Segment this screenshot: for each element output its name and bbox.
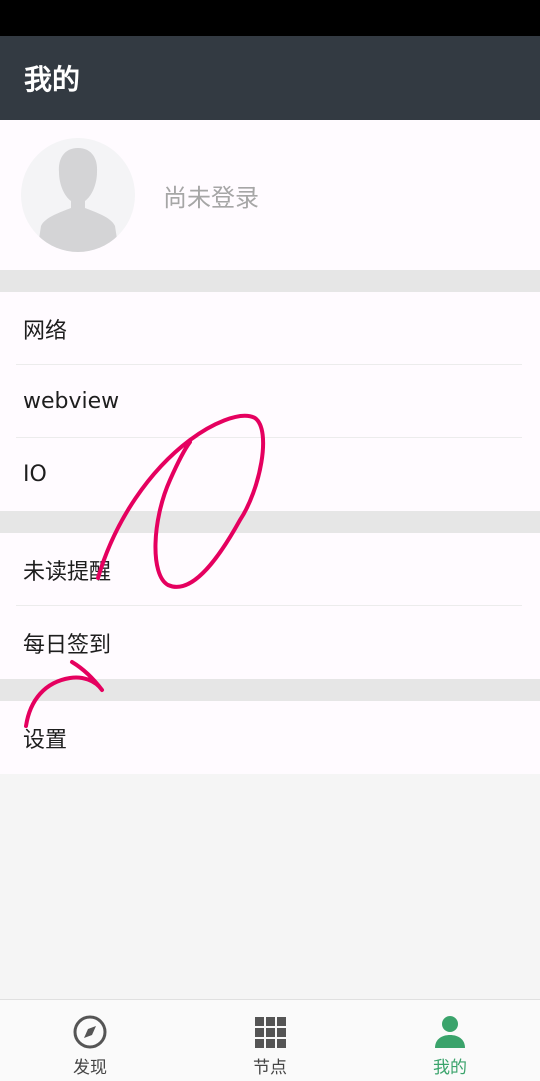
grid-icon [255, 1017, 286, 1048]
menu-item-daily-checkin[interactable]: 每日签到 [0, 606, 540, 679]
person-icon [435, 1016, 465, 1048]
tab-label: 发现 [73, 1058, 107, 1078]
profile-header[interactable]: 尚未登录 [0, 120, 540, 270]
tab-label: 节点 [253, 1058, 287, 1078]
menu-item-label: 未读提醒 [23, 559, 112, 585]
section-divider [0, 679, 540, 701]
menu-item-label: webview [23, 389, 120, 414]
section-divider [0, 511, 540, 533]
compass-icon [73, 1015, 107, 1049]
menu-item-label: IO [23, 462, 47, 487]
menu-item-label: 设置 [23, 727, 68, 753]
menu-item-io[interactable]: IO [0, 438, 540, 511]
menu-item-settings[interactable]: 设置 [0, 701, 540, 774]
menu-item-label: 网络 [23, 318, 68, 344]
bottom-nav: 发现 节点 我的 [0, 999, 540, 1081]
app-bar: 我的 [0, 36, 540, 120]
menu-item-network[interactable]: 网络 [0, 292, 540, 365]
tab-nodes[interactable]: 节点 [180, 1000, 360, 1081]
avatar[interactable] [21, 138, 135, 252]
menu-item-label: 每日签到 [23, 632, 112, 658]
network-group: 网络 webview IO [0, 292, 540, 511]
person-silhouette-icon [37, 148, 119, 252]
menu-item-unread-reminders[interactable]: 未读提醒 [0, 533, 540, 606]
tab-mine[interactable]: 我的 [360, 1000, 540, 1081]
status-bar [0, 0, 540, 36]
section-divider [0, 270, 540, 292]
menu-item-webview[interactable]: webview [0, 365, 540, 438]
tab-discover[interactable]: 发现 [0, 1000, 180, 1081]
tab-label: 我的 [433, 1058, 467, 1078]
page-title: 我的 [24, 63, 81, 96]
login-status-text[interactable]: 尚未登录 [163, 178, 259, 213]
reminders-group: 未读提醒 每日签到 [0, 533, 540, 679]
settings-group: 设置 [0, 701, 540, 774]
